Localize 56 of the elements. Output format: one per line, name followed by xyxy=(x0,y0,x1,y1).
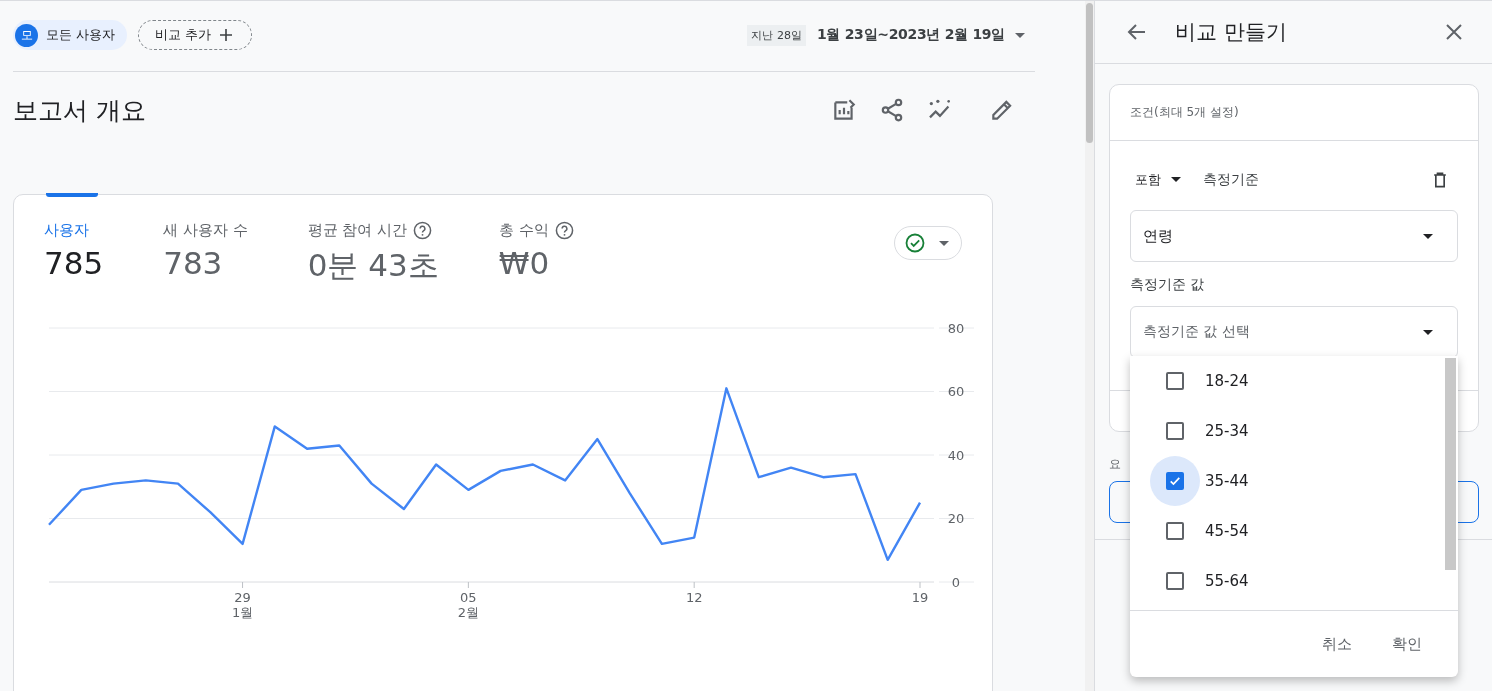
checkbox[interactable] xyxy=(1166,422,1184,440)
caret-icon xyxy=(1423,233,1433,239)
plus-icon xyxy=(219,28,234,42)
y-tick-label: 20 xyxy=(947,511,965,526)
pencil-icon[interactable] xyxy=(989,97,1015,123)
include-dropdown[interactable]: 포함 xyxy=(1130,170,1181,189)
option-item[interactable]: 55-64 xyxy=(1130,556,1458,606)
metric-tab[interactable]: 새 사용자 수 783 xyxy=(163,219,308,281)
cancel-button[interactable]: 취소 xyxy=(1316,628,1358,660)
date-range-picker[interactable]: 1월 23일~2023년 2월 19일 xyxy=(816,26,1035,44)
help-icon[interactable] xyxy=(413,220,433,240)
status-dropdown[interactable] xyxy=(894,226,962,260)
checkbox[interactable] xyxy=(1166,472,1184,490)
option-item[interactable]: 25-34 xyxy=(1130,406,1458,456)
segment-chip[interactable]: 모 모든 사용자 xyxy=(13,20,128,50)
confirm-button[interactable]: 확인 xyxy=(1386,628,1428,660)
metric-tab[interactable]: 총 수익 ₩0 xyxy=(498,219,634,281)
condition-heading: 조건(최대 5개 설정) xyxy=(1110,85,1478,141)
y-tick-label: 60 xyxy=(947,384,965,399)
x-tick-label: 12 xyxy=(685,590,703,605)
dimension-label: 측정기준 xyxy=(1203,170,1259,189)
scrollbar-thumb[interactable] xyxy=(1086,3,1093,143)
x-tick-label: 29 xyxy=(234,590,251,605)
y-tick-label: 0 xyxy=(951,574,961,590)
caret-icon xyxy=(1015,32,1025,38)
segment-avatar: 모 xyxy=(15,23,38,47)
check-icon xyxy=(1168,474,1182,488)
edit-chart-icon[interactable] xyxy=(831,97,857,123)
menu-scrollbar[interactable] xyxy=(1445,358,1456,570)
y-tick-label: 40 xyxy=(947,447,965,463)
dimension-value-label: 측정기준 값 xyxy=(1130,276,1206,294)
date-preset-label: 지난 28일 xyxy=(747,24,806,46)
x-month-label: 2월 xyxy=(457,605,479,620)
x-tick-label: 05 xyxy=(460,590,477,605)
summary-label: 요 xyxy=(1109,456,1122,473)
checkbox[interactable] xyxy=(1166,572,1184,590)
segment-label: 모든 사용자 xyxy=(46,26,116,44)
y-tick-label: 80 xyxy=(947,320,965,336)
checkbox[interactable] xyxy=(1166,522,1184,540)
panel-title: 비교 만들기 xyxy=(1175,19,1287,46)
option-item[interactable]: 45-54 xyxy=(1130,506,1458,556)
share-icon[interactable] xyxy=(879,97,905,123)
caret-icon xyxy=(1423,329,1433,335)
option-item[interactable]: 35-44 xyxy=(1130,456,1458,506)
x-tick-label: 19 xyxy=(911,590,929,605)
caret-icon xyxy=(1171,177,1181,182)
x-month-label: 1월 xyxy=(231,605,254,620)
help-icon[interactable] xyxy=(554,220,574,240)
metric-tab[interactable]: 평균 참여 시간 0분 43초 xyxy=(307,219,499,287)
caret-icon xyxy=(939,240,949,246)
page-title: 보고서 개요 xyxy=(13,94,146,127)
checkbox[interactable] xyxy=(1166,372,1184,390)
metric-tab[interactable]: 사용자 785 xyxy=(44,219,164,281)
check-circle-icon xyxy=(905,233,925,253)
option-item[interactable]: 18-24 xyxy=(1130,356,1458,406)
dimension-select[interactable]: 연령 xyxy=(1130,210,1458,262)
